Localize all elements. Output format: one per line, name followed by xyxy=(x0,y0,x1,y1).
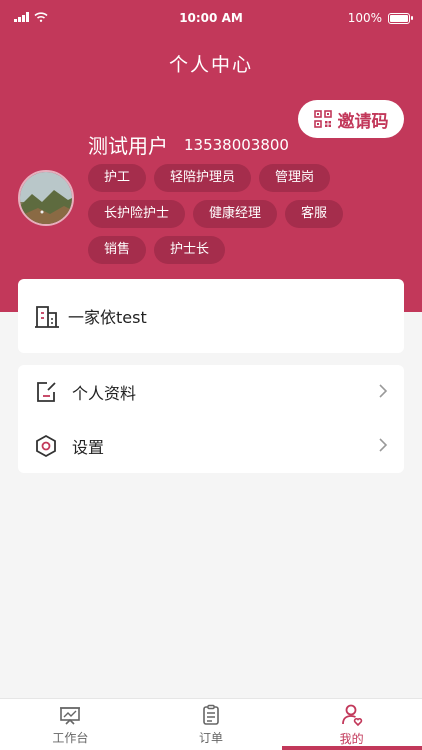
menu-item-label: 个人资料 xyxy=(72,384,137,403)
role-tag: 轻陪护理员 xyxy=(154,164,252,192)
building-icon xyxy=(35,306,59,328)
battery-percent: 100% xyxy=(347,11,382,25)
battery-icon xyxy=(388,12,413,24)
chevron-right-icon xyxy=(379,384,388,398)
role-tag: 管理岗 xyxy=(259,164,331,192)
menu-item-settings[interactable]: 设置 xyxy=(18,419,404,473)
role-tags: 护工 轻陪护理员 管理岗 长护险护士 健康经理 客服 销售 护士长 xyxy=(88,164,388,264)
avatar[interactable] xyxy=(18,170,74,226)
role-tag: 护工 xyxy=(88,164,147,192)
invite-code-button[interactable]: 邀请码 xyxy=(298,100,404,138)
page-title: 个人中心 xyxy=(168,54,253,76)
tab-workbench[interactable]: 工作台 xyxy=(0,699,141,750)
role-tag: 长护险护士 xyxy=(88,200,186,228)
organization-card[interactable]: 一家依test xyxy=(18,279,404,353)
chevron-right-icon xyxy=(379,438,388,452)
tab-label: 我的 xyxy=(339,731,364,746)
menu-item-profile[interactable]: 个人资料 xyxy=(18,365,404,419)
invite-code-label: 邀请码 xyxy=(337,111,389,132)
edit-profile-icon xyxy=(37,382,56,402)
tab-label: 订单 xyxy=(199,730,224,745)
status-bar: 10:00 AM 100% xyxy=(0,8,422,30)
role-tag: 客服 xyxy=(285,200,344,228)
workbench-icon xyxy=(60,706,81,725)
role-tag: 销售 xyxy=(88,236,147,264)
profile-header: 10:00 AM 100% 个人中心 邀请码 测试用户 13538003800 … xyxy=(0,0,422,312)
tab-orders[interactable]: 订单 xyxy=(141,699,282,750)
home-indicator xyxy=(282,746,422,750)
settings-hexagon-icon xyxy=(36,434,56,458)
role-tag: 护士长 xyxy=(154,236,226,264)
organization-name: 一家依test xyxy=(68,308,147,327)
role-tag: 健康经理 xyxy=(193,200,278,228)
user-heart-icon xyxy=(341,704,362,726)
tab-label: 工作台 xyxy=(52,730,89,745)
user-phone: 13538003800 xyxy=(184,136,289,154)
user-name: 测试用户 xyxy=(88,134,168,158)
menu-item-label: 设置 xyxy=(72,438,105,457)
clipboard-icon xyxy=(203,704,219,725)
bottom-tab-bar: 工作台 订单 我的 xyxy=(0,698,422,750)
tab-mine[interactable]: 我的 xyxy=(281,699,422,750)
battery-status: 100% xyxy=(347,11,413,25)
settings-menu: 个人资料 设置 xyxy=(18,365,404,473)
qr-code-icon xyxy=(313,110,332,128)
